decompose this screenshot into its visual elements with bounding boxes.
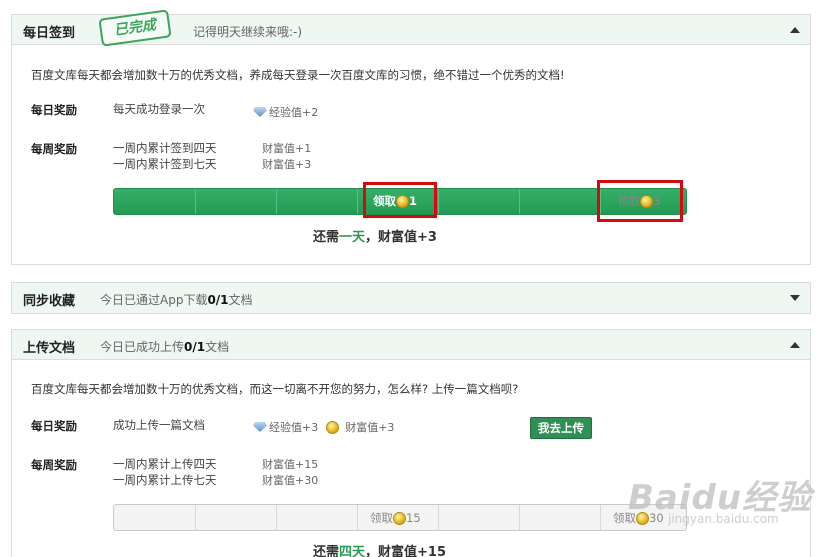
upload-weekly-condition-2: 一周内累计上传七天 xyxy=(113,473,217,487)
highlight-box-claim-1 xyxy=(363,182,437,218)
weekly-reward-label: 每周奖励 xyxy=(31,142,77,156)
weekly-reward-1: 财富值+1 xyxy=(262,142,312,155)
baidu-jingyan-watermark: Baidu经验 jingyan.baidu.com xyxy=(628,478,813,526)
sign-remaining-text: 还需一天，财富值+3 xyxy=(313,230,437,245)
upload-daily-reward-text: 成功上传一篇文档 xyxy=(113,418,205,432)
coin-icon xyxy=(325,421,339,434)
collapse-arrow-icon[interactable] xyxy=(790,342,800,348)
upload-daily-reward-values: 经验值+3 财富值+3 xyxy=(253,420,394,436)
upload-intro: 百度文库每天都会增加数十万的优秀文档，而这一切离不开您的努力，怎么样? 上传一篇… xyxy=(31,382,519,396)
upload-claim-button-4days[interactable]: 领取 15 xyxy=(370,510,421,526)
upload-title: 上传文档 xyxy=(23,341,76,356)
sync-header[interactable]: 同步收藏 今日已通过App下载0/1文档 xyxy=(12,283,810,313)
sync-title: 同步收藏 xyxy=(23,294,76,309)
daily-sign-panel: 每日签到 已完成 记得明天继续来哦:-) 百度文库每天都会增加数十万的优秀文档，… xyxy=(11,9,811,265)
coin-icon xyxy=(393,512,406,525)
daily-reward-exp: 经验值+2 xyxy=(253,105,318,121)
upload-daily-reward-label: 每日奖励 xyxy=(31,419,77,433)
completed-stamp: 已完成 xyxy=(98,9,172,47)
diamond-icon xyxy=(253,422,267,432)
upload-weekly-reward-1: 财富值+15 xyxy=(262,458,319,471)
upload-weekly-reward-2: 财富值+30 xyxy=(262,474,319,487)
weekly-condition-2: 一周内累计签到七天 xyxy=(113,157,217,171)
upload-weekly-reward-label: 每周奖励 xyxy=(31,458,77,472)
diamond-icon xyxy=(253,107,267,117)
sync-subtitle: 今日已通过App下载0/1文档 xyxy=(100,293,253,307)
upload-weekly-condition-1: 一周内累计上传四天 xyxy=(113,457,217,471)
daily-sign-header[interactable]: 每日签到 已完成 记得明天继续来哦:-) xyxy=(12,9,810,47)
daily-sign-subtitle: 记得明天继续来哦:-) xyxy=(193,25,303,39)
daily-sign-intro: 百度文库每天都会增加数十万的优秀文档，养成每天登录一次百度文库的习惯，绝不错过一… xyxy=(31,68,565,82)
sync-panel: 同步收藏 今日已通过App下载0/1文档 xyxy=(11,282,811,314)
collapse-arrow-icon[interactable] xyxy=(790,27,800,33)
weekly-condition-1: 一周内累计签到四天 xyxy=(113,141,217,155)
go-upload-button[interactable]: 我去上传 xyxy=(530,417,592,439)
upload-header[interactable]: 上传文档 今日已成功上传0/1文档 xyxy=(12,330,810,360)
upload-remaining-text: 还需四天，财富值+15 xyxy=(313,545,447,557)
weekly-reward-2: 财富值+3 xyxy=(262,158,312,171)
upload-subtitle: 今日已成功上传0/1文档 xyxy=(100,340,230,354)
daily-reward-text: 每天成功登录一次 xyxy=(113,102,205,116)
daily-sign-title: 每日签到 xyxy=(23,26,76,41)
highlight-box-claim-2 xyxy=(597,180,683,222)
daily-reward-label: 每日奖励 xyxy=(31,103,77,117)
expand-arrow-icon[interactable] xyxy=(790,295,800,301)
